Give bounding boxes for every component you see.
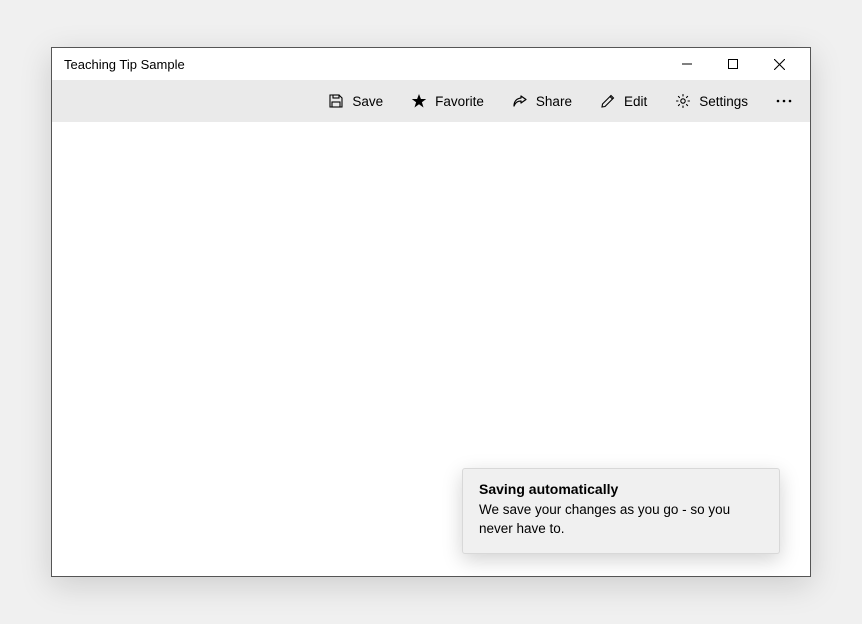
maximize-icon	[728, 59, 738, 69]
minimize-icon	[682, 59, 692, 69]
settings-button[interactable]: Settings	[665, 88, 758, 114]
share-icon	[512, 93, 528, 109]
pencil-icon	[600, 93, 616, 109]
favorite-button[interactable]: Favorite	[401, 88, 494, 114]
content-area: Saving automatically We save your change…	[52, 122, 810, 576]
star-icon	[411, 93, 427, 109]
teaching-tip-body: We save your changes as you go - so you …	[479, 501, 763, 539]
more-icon	[776, 99, 792, 103]
save-button[interactable]: Save	[318, 88, 393, 114]
teaching-tip: Saving automatically We save your change…	[462, 468, 780, 554]
share-label: Share	[536, 94, 572, 109]
share-button[interactable]: Share	[502, 88, 582, 114]
save-label: Save	[352, 94, 383, 109]
minimize-button[interactable]	[664, 48, 710, 80]
close-icon	[774, 59, 785, 70]
command-bar: Save Favorite Share	[52, 80, 810, 122]
titlebar: Teaching Tip Sample	[52, 48, 810, 80]
more-button[interactable]	[766, 86, 802, 116]
teaching-tip-title: Saving automatically	[479, 481, 763, 497]
favorite-label: Favorite	[435, 94, 484, 109]
save-icon	[328, 93, 344, 109]
settings-label: Settings	[699, 94, 748, 109]
window-controls	[664, 48, 802, 80]
edit-label: Edit	[624, 94, 647, 109]
close-button[interactable]	[756, 48, 802, 80]
gear-icon	[675, 93, 691, 109]
window-title: Teaching Tip Sample	[64, 57, 664, 72]
maximize-button[interactable]	[710, 48, 756, 80]
edit-button[interactable]: Edit	[590, 88, 657, 114]
app-window: Teaching Tip Sample Save	[51, 47, 811, 577]
